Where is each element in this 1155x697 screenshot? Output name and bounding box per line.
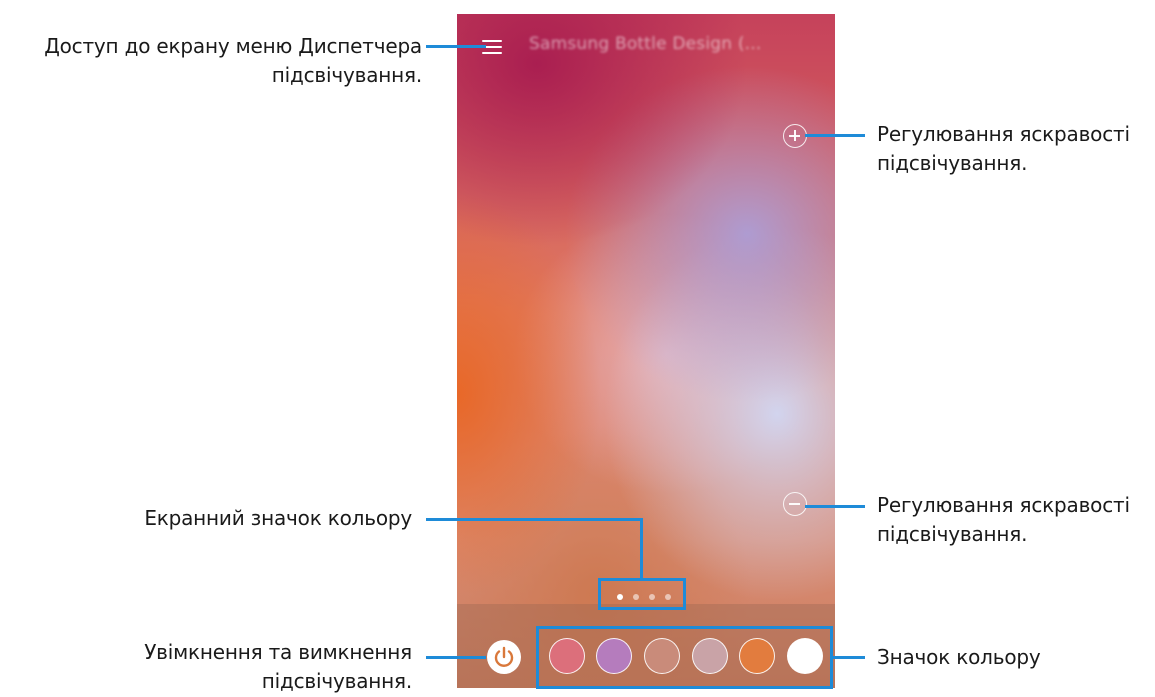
callout-power-toggle: Увімкнення та вимкнення підсвічування. [144,638,412,696]
callout-color-icon: Значок кольору [877,643,1041,672]
callout-screen-color-icon-line-1: Екранний значок кольору [144,506,412,530]
leader-line-brightness-down [805,505,865,508]
callout-menu-access: Доступ до екрану меню Диспетчера підсвіч… [44,32,422,90]
callout-brightness-up: Регулювання яскравості підсвічування. [877,120,1130,178]
callout-brightness-down: Регулювання яскравості підсвічування. [877,491,1130,549]
power-icon [494,646,514,667]
callout-screen-color-icon: Екранний значок кольору [144,504,412,533]
callout-brightness-up-line-2: підсвічування. [877,151,1028,175]
callout-power-toggle-line-1: Увімкнення та вимкнення [144,640,412,664]
power-toggle-button[interactable] [487,640,521,674]
callout-brightness-up-line-1: Регулювання яскравості [877,122,1130,146]
callout-menu-access-line-1: Доступ до екрану меню Диспетчера [44,34,422,58]
callout-brightness-down-line-2: підсвічування. [877,522,1028,546]
brightness-up-button[interactable] [783,124,807,148]
callout-menu-access-line-2: підсвічування. [271,63,422,87]
callout-color-icon-line-1: Значок кольору [877,645,1041,669]
leader-line-power [426,656,486,659]
brightness-down-button[interactable] [783,492,807,516]
leader-line-menu [426,45,486,48]
leader-line-screen-color-icon-v [640,518,643,580]
leader-line-brightness-up [805,134,865,137]
callout-power-toggle-line-2: підсвічування. [261,669,412,693]
callout-brightness-down-line-1: Регулювання яскравості [877,493,1130,517]
color-swatches-highlight [536,626,833,689]
screen-title: Samsung Bottle Design (... [529,34,762,54]
page-indicator-highlight [598,578,686,610]
leader-line-color-icon [833,656,865,659]
leader-line-screen-color-icon-h [426,518,643,521]
